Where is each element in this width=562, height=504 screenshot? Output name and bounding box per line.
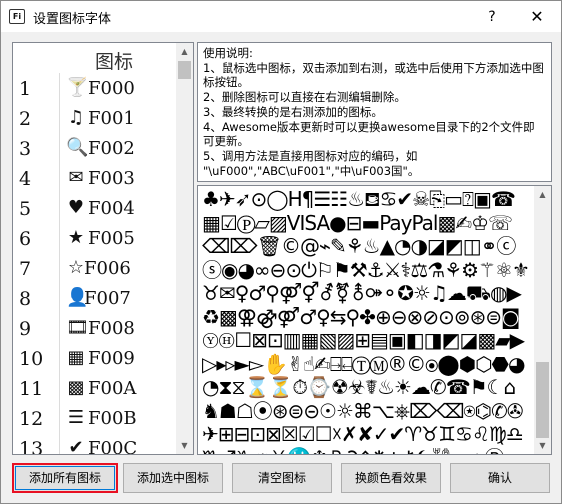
usage-instructions: 使用说明: 1、鼠标选中图标，双击添加到右测，或选中后使用下方添加选中图标按钮。… <box>197 42 552 182</box>
icon-preview-editor[interactable]: ♣✈➶⊙◯H¶☰☷♨⛾♋✔☠⎘▭⍰▣☎▦☑Ⓟ▱▨VISA●⊟▬PayPal▩✍♔… <box>197 185 552 455</box>
list-item[interactable]: 1 🍸 F000 <box>13 73 177 103</box>
title-bar[interactable]: Fi 设置图标字体 ? ✕ <box>1 1 561 32</box>
icon-cell[interactable]: 🔍 F002 <box>59 133 177 163</box>
icon-cell[interactable]: ✔ F00C <box>59 433 177 455</box>
row-index: 11 <box>19 378 44 400</box>
icon-cell[interactable]: ✉ F003 <box>59 163 177 193</box>
icon-list-scrollbar[interactable]: ▲ ▼ <box>176 43 193 454</box>
list-item[interactable]: 10 ▦ F009 <box>13 343 177 373</box>
row-index: 7 <box>19 258 32 280</box>
icon-list-rows: 1 🍸 F000 2 ♫ F001 3 🔍 F002 4 ✉ F003 5 ♥ F004 6 ★ F005 7 ☆ F0… <box>13 73 177 455</box>
icon-cell[interactable]: ♥ F004 <box>59 193 177 223</box>
cocktail-glass-icon: 🍸 <box>66 77 89 98</box>
icon-code: F005 <box>88 228 135 249</box>
scroll-up-arrow-icon[interactable]: ▲ <box>534 186 551 203</box>
row-index: 1 <box>19 78 32 100</box>
change-color-button[interactable]: 换颜色看效果 <box>341 463 441 493</box>
add-all-icons-button[interactable]: 添加所有图标 <box>12 463 118 493</box>
row-index: 8 <box>19 288 32 310</box>
list-item[interactable]: 3 🔍 F002 <box>13 133 177 163</box>
list-item[interactable]: 9 🎞 F008 <box>13 313 177 343</box>
icon-code: F007 <box>84 288 131 309</box>
envelope-icon: ✉ <box>68 167 84 188</box>
instruction-line: 3、最终转换的是右测添加的图标。 <box>203 104 383 119</box>
icon-code: F002 <box>88 138 135 159</box>
th-grid-icon: ▩ <box>67 377 85 398</box>
list-item[interactable]: 11 ▩ F00A <box>13 373 177 403</box>
scroll-down-arrow-icon[interactable]: ▼ <box>176 437 193 454</box>
icon-code: F009 <box>88 348 135 369</box>
row-index: 3 <box>19 138 32 160</box>
scroll-up-arrow-icon[interactable]: ▲ <box>176 43 193 60</box>
instruction-line: 5、调用方法是直接用图标对应的编码，如 "\uF000","ABC\uF001"… <box>203 148 421 178</box>
star-outline-icon: ☆ <box>67 257 85 278</box>
icon-code: F006 <box>84 258 131 279</box>
icon-code: F001 <box>88 108 135 129</box>
star-icon: ★ <box>67 227 85 248</box>
icon-font-dialog: Fi 设置图标字体 ? ✕ 图标 1 🍸 F000 2 ♫ F001 3 🔍 F002 4 ✉ F00… <box>0 0 562 504</box>
add-selected-icon-button[interactable]: 添加选中图标 <box>123 463 223 493</box>
icon-code: F00B <box>88 408 137 429</box>
app-icon: Fi <box>9 9 25 24</box>
instruction-line: 使用说明: <box>203 46 253 60</box>
row-index: 13 <box>19 438 44 455</box>
icon-cell[interactable]: ☰ F00B <box>59 403 177 433</box>
icon-cell[interactable]: ★ F005 <box>59 223 177 253</box>
icon-code: F003 <box>88 168 135 189</box>
close-button[interactable]: ✕ <box>517 5 557 29</box>
scroll-down-arrow-icon[interactable]: ▼ <box>534 437 551 454</box>
instruction-line: 1、鼠标选中图标，双击添加到右测，或选中后使用下方添加选中图标按钮。 <box>203 60 544 90</box>
icon-cell[interactable]: ♫ F001 <box>59 103 177 133</box>
row-index: 5 <box>19 198 32 220</box>
list-item[interactable]: 7 ☆ F006 <box>13 253 177 283</box>
help-button[interactable]: ? <box>475 5 509 29</box>
scroll-thumb[interactable] <box>178 61 191 79</box>
icon-code: F00C <box>88 438 138 455</box>
row-index: 12 <box>19 408 44 430</box>
confirm-button[interactable]: 确认 <box>450 463 550 493</box>
list-header: 图标 <box>13 43 177 73</box>
list-item[interactable]: 8 👤 F007 <box>13 283 177 313</box>
list-item[interactable]: 2 ♫ F001 <box>13 103 177 133</box>
list-item[interactable]: 5 ♥ F004 <box>13 193 177 223</box>
music-note-icon: ♫ <box>67 107 85 128</box>
icon-code: F000 <box>88 78 135 99</box>
user-icon: 👤 <box>66 287 89 308</box>
icon-cell[interactable]: ☆ F006 <box>59 253 177 283</box>
icon-code: F00A <box>88 378 137 399</box>
row-index: 10 <box>19 348 44 370</box>
icon-cell[interactable]: 🍸 F000 <box>59 73 177 103</box>
row-index: 4 <box>19 168 32 190</box>
film-icon: 🎞 <box>66 317 89 338</box>
list-item[interactable]: 6 ★ F005 <box>13 223 177 253</box>
add-all-icons-label: 添加所有图标 <box>28 471 101 485</box>
scroll-thumb[interactable] <box>536 362 549 438</box>
th-large-icon: ▦ <box>67 347 85 368</box>
icon-cell[interactable]: 🎞 F008 <box>59 313 177 343</box>
preview-scrollbar[interactable]: ▲ ▼ <box>534 186 551 454</box>
icon-cell[interactable]: 👤 F007 <box>59 283 177 313</box>
row-index: 2 <box>19 108 32 130</box>
icon-cell[interactable]: ▦ F009 <box>59 343 177 373</box>
list-item[interactable]: 13 ✔ F00C <box>13 433 177 455</box>
preview-icons-text[interactable]: ♣✈➶⊙◯H¶☰☷♨⛾♋✔☠⎘▭⍰▣☎▦☑Ⓟ▱▨VISA●⊟▬PayPal▩✍♔… <box>202 187 532 454</box>
list-item[interactable]: 4 ✉ F003 <box>13 163 177 193</box>
instruction-line: 4、Awesome版本更新时可以更换awesome目录下的2个文件即可更新。 <box>203 119 535 149</box>
search-icon: 🔍 <box>66 137 89 158</box>
th-list-icon: ☰ <box>67 407 85 428</box>
row-index: 9 <box>19 318 32 340</box>
heart-icon: ♥ <box>67 197 85 218</box>
icon-code: F004 <box>88 198 135 219</box>
window-title: 设置图标字体 <box>33 12 112 27</box>
icon-cell[interactable]: ▩ F00A <box>59 373 177 403</box>
instruction-line: 2、删除图标可以直接在右测编辑删除。 <box>203 90 406 105</box>
icon-code: F008 <box>88 318 135 339</box>
icon-list[interactable]: 图标 1 🍸 F000 2 ♫ F001 3 🔍 F002 4 ✉ F003 5 ♥ F004 6 ★ F005 7… <box>12 42 194 455</box>
check-icon: ✔ <box>68 437 84 455</box>
row-index: 6 <box>19 228 32 250</box>
clear-icons-button[interactable]: 清空图标 <box>232 463 332 493</box>
list-item[interactable]: 12 ☰ F00B <box>13 403 177 433</box>
list-header-label: 图标 <box>95 51 134 73</box>
